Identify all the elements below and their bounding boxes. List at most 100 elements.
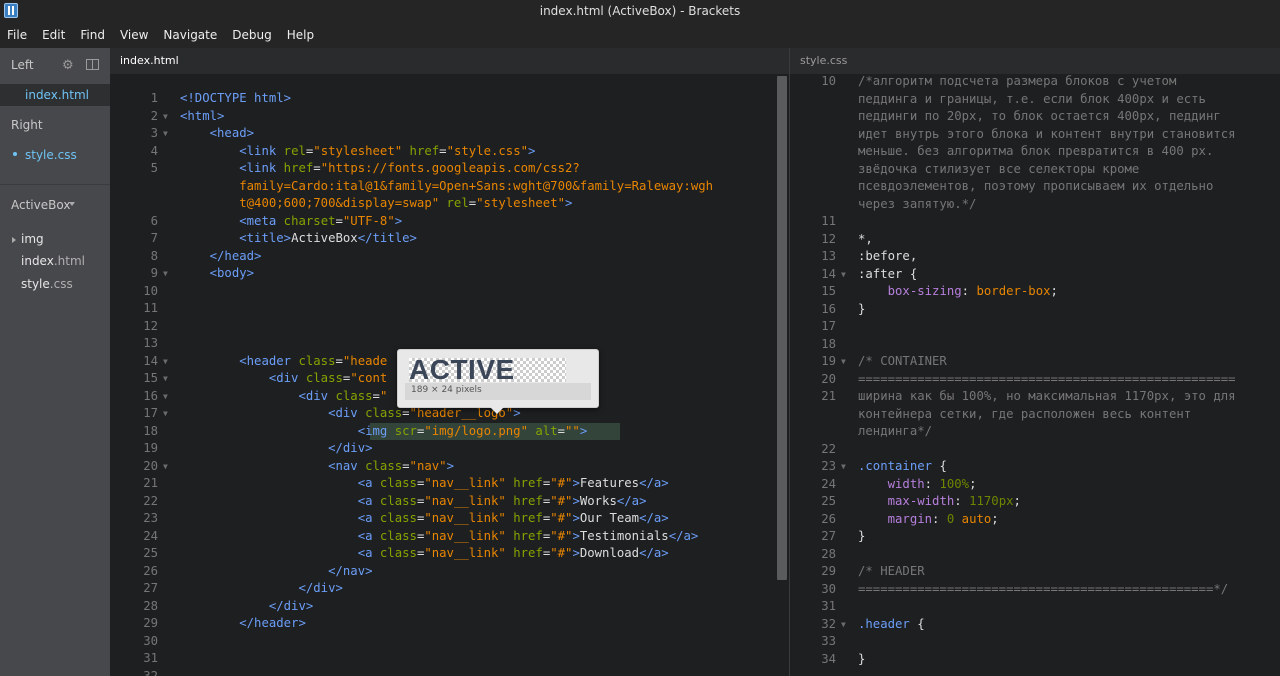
- code-line[interactable]: ========================================…: [858, 371, 1236, 389]
- line-number: 26: [821, 511, 836, 526]
- line-number: 23: [821, 459, 836, 473]
- left-editor-header: index.html: [110, 48, 789, 74]
- line-number: 19: [821, 354, 836, 368]
- menu-help[interactable]: Help: [287, 28, 314, 42]
- code-line[interactable]: <link href="https://fonts.googleapis.com…: [180, 160, 580, 178]
- fold-toggle-icon[interactable]: ▼: [163, 405, 168, 423]
- code-line[interactable]: /*алгоритм подсчета размера блоков с уче…: [858, 74, 1176, 91]
- menu-view[interactable]: View: [120, 28, 148, 42]
- right-code-editor[interactable]: 10 /*алгоритм подсчета размера блоков с у…: [790, 74, 1280, 676]
- code-line[interactable]: </div>: [180, 580, 342, 598]
- line-number: 9: [150, 266, 158, 280]
- line-number: 17: [143, 406, 158, 420]
- code-line[interactable]: }: [858, 301, 865, 319]
- code-line[interactable]: <head>: [180, 125, 254, 143]
- sidebar: Left ⚙ index.html Right style.css Active…: [0, 48, 110, 676]
- code-line[interactable]: педдинга и границы, т.е. если блок 400px…: [858, 91, 1206, 109]
- code-line[interactable]: margin: 0 auto;: [858, 511, 999, 529]
- fold-toggle-icon[interactable]: ▼: [163, 108, 168, 126]
- code-line[interactable]: :after {: [858, 266, 917, 284]
- code-line[interactable]: /* HEADER: [858, 563, 925, 581]
- fold-toggle-icon[interactable]: ▼: [163, 353, 168, 371]
- code-line[interactable]: <div class=": [180, 388, 387, 406]
- code-line[interactable]: }: [858, 528, 865, 546]
- code-line[interactable]: width: 100%;: [858, 476, 977, 494]
- fold-toggle-icon[interactable]: ▼: [163, 125, 168, 143]
- tree-file-style-css[interactable]: style.css: [21, 277, 73, 291]
- code-line[interactable]: <a class="nav__link" href="#">Features</…: [180, 475, 669, 493]
- code-line[interactable]: через запятую.*/: [858, 196, 976, 214]
- line-number: [790, 423, 836, 441]
- code-line[interactable]: .header {: [858, 616, 925, 634]
- code-line[interactable]: </div>: [180, 598, 313, 616]
- code-line[interactable]: <title>ActiveBox</title>: [180, 230, 417, 248]
- line-number: 27: [821, 529, 836, 543]
- right-pane-header: Right: [11, 118, 43, 132]
- code-line[interactable]: <html>: [180, 108, 224, 126]
- gear-icon[interactable]: ⚙: [62, 58, 74, 73]
- fold-toggle-icon[interactable]: ▼: [841, 266, 846, 284]
- fold-toggle-icon[interactable]: ▼: [163, 265, 168, 283]
- fold-toggle-icon[interactable]: ▼: [841, 353, 846, 371]
- code-line[interactable]: ========================================…: [858, 581, 1228, 599]
- working-file-style-css[interactable]: style.css: [25, 148, 77, 162]
- fold-toggle-icon[interactable]: ▼: [841, 458, 846, 476]
- menu-debug[interactable]: Debug: [232, 28, 271, 42]
- project-dropdown[interactable]: ActiveBox: [11, 198, 70, 212]
- tree-file-index-html[interactable]: index.html: [21, 254, 85, 268]
- code-line[interactable]: max-width: 1170px;: [858, 493, 1021, 511]
- line-number: 10: [143, 283, 158, 298]
- code-line[interactable]: .container {: [858, 458, 947, 476]
- tab-style-css[interactable]: style.css: [800, 54, 847, 67]
- fold-toggle-icon[interactable]: ▼: [163, 370, 168, 388]
- code-line[interactable]: /* CONTAINER: [858, 353, 947, 371]
- chevron-right-icon[interactable]: [12, 237, 16, 243]
- menu-file[interactable]: File: [7, 28, 27, 42]
- code-line[interactable]: контейнера сетки, где расположен весь ко…: [858, 406, 1191, 424]
- code-line[interactable]: <body>: [180, 265, 254, 283]
- code-line[interactable]: <div class="cont: [180, 370, 388, 388]
- code-line[interactable]: t@400;600;700&display=swap" rel="stylesh…: [180, 195, 572, 213]
- working-file-index-html[interactable]: index.html: [0, 84, 110, 106]
- scrollbar-thumb[interactable]: [777, 76, 787, 580]
- code-line[interactable]: <link rel="stylesheet" href="style.css">: [180, 143, 535, 161]
- code-line[interactable]: звёдочка стилизует все селекторы кроме: [858, 161, 1139, 179]
- line-number: [790, 161, 836, 179]
- menu-navigate[interactable]: Navigate: [163, 28, 217, 42]
- chevron-down-icon[interactable]: [69, 202, 75, 206]
- code-line[interactable]: <a class="nav__link" href="#">Download</…: [180, 545, 669, 563]
- menu-find[interactable]: Find: [80, 28, 105, 42]
- code-line[interactable]: <header class="heade: [180, 353, 387, 371]
- split-view-icon[interactable]: [86, 59, 99, 70]
- code-line[interactable]: </div>: [180, 440, 372, 458]
- code-line[interactable]: box-sizing: border-box;: [858, 283, 1058, 301]
- code-line[interactable]: <a class="nav__link" href="#">Works</a>: [180, 493, 647, 511]
- code-line[interactable]: <nav class="nav">: [180, 458, 454, 476]
- menu-edit[interactable]: Edit: [42, 28, 65, 42]
- code-line[interactable]: family=Cardo:ital@1&family=Open+Sans:wgh…: [180, 178, 713, 196]
- code-line[interactable]: <img scr="img/logo.png" alt="">: [180, 423, 588, 441]
- code-line[interactable]: псевдоэлементов, поэтому прописываем их …: [858, 178, 1213, 196]
- code-line[interactable]: <meta charset="UTF-8">: [180, 213, 402, 231]
- code-line[interactable]: меньше. без алгоритма блок превратится в…: [858, 143, 1213, 161]
- code-line[interactable]: :before,: [858, 248, 917, 266]
- line-number: 15: [821, 284, 836, 298]
- fold-toggle-icon[interactable]: ▼: [163, 388, 168, 406]
- tab-index-html[interactable]: index.html: [120, 54, 179, 67]
- line-number: 20: [821, 371, 836, 386]
- fold-toggle-icon[interactable]: ▼: [163, 458, 168, 476]
- code-line[interactable]: </head>: [180, 248, 262, 266]
- code-line[interactable]: }: [858, 651, 865, 669]
- code-line[interactable]: </header>: [180, 615, 306, 633]
- code-line[interactable]: <!DOCTYPE html>: [180, 90, 291, 108]
- code-line[interactable]: *,: [858, 231, 873, 249]
- code-line[interactable]: педдинги по 20px, то блок остается 400px…: [858, 108, 1221, 126]
- tree-folder-img[interactable]: img: [21, 232, 44, 246]
- code-line[interactable]: <a class="nav__link" href="#">Testimonia…: [180, 528, 699, 546]
- code-line[interactable]: идет внутрь этого блока и контент внутри…: [858, 126, 1236, 144]
- code-line[interactable]: ширина как бы 100%, но максимальная 1170…: [858, 388, 1236, 406]
- code-line[interactable]: <a class="nav__link" href="#">Our Team</…: [180, 510, 669, 528]
- code-line[interactable]: </nav>: [180, 563, 372, 581]
- code-line[interactable]: лендинга*/: [858, 423, 932, 441]
- fold-toggle-icon[interactable]: ▼: [841, 616, 846, 634]
